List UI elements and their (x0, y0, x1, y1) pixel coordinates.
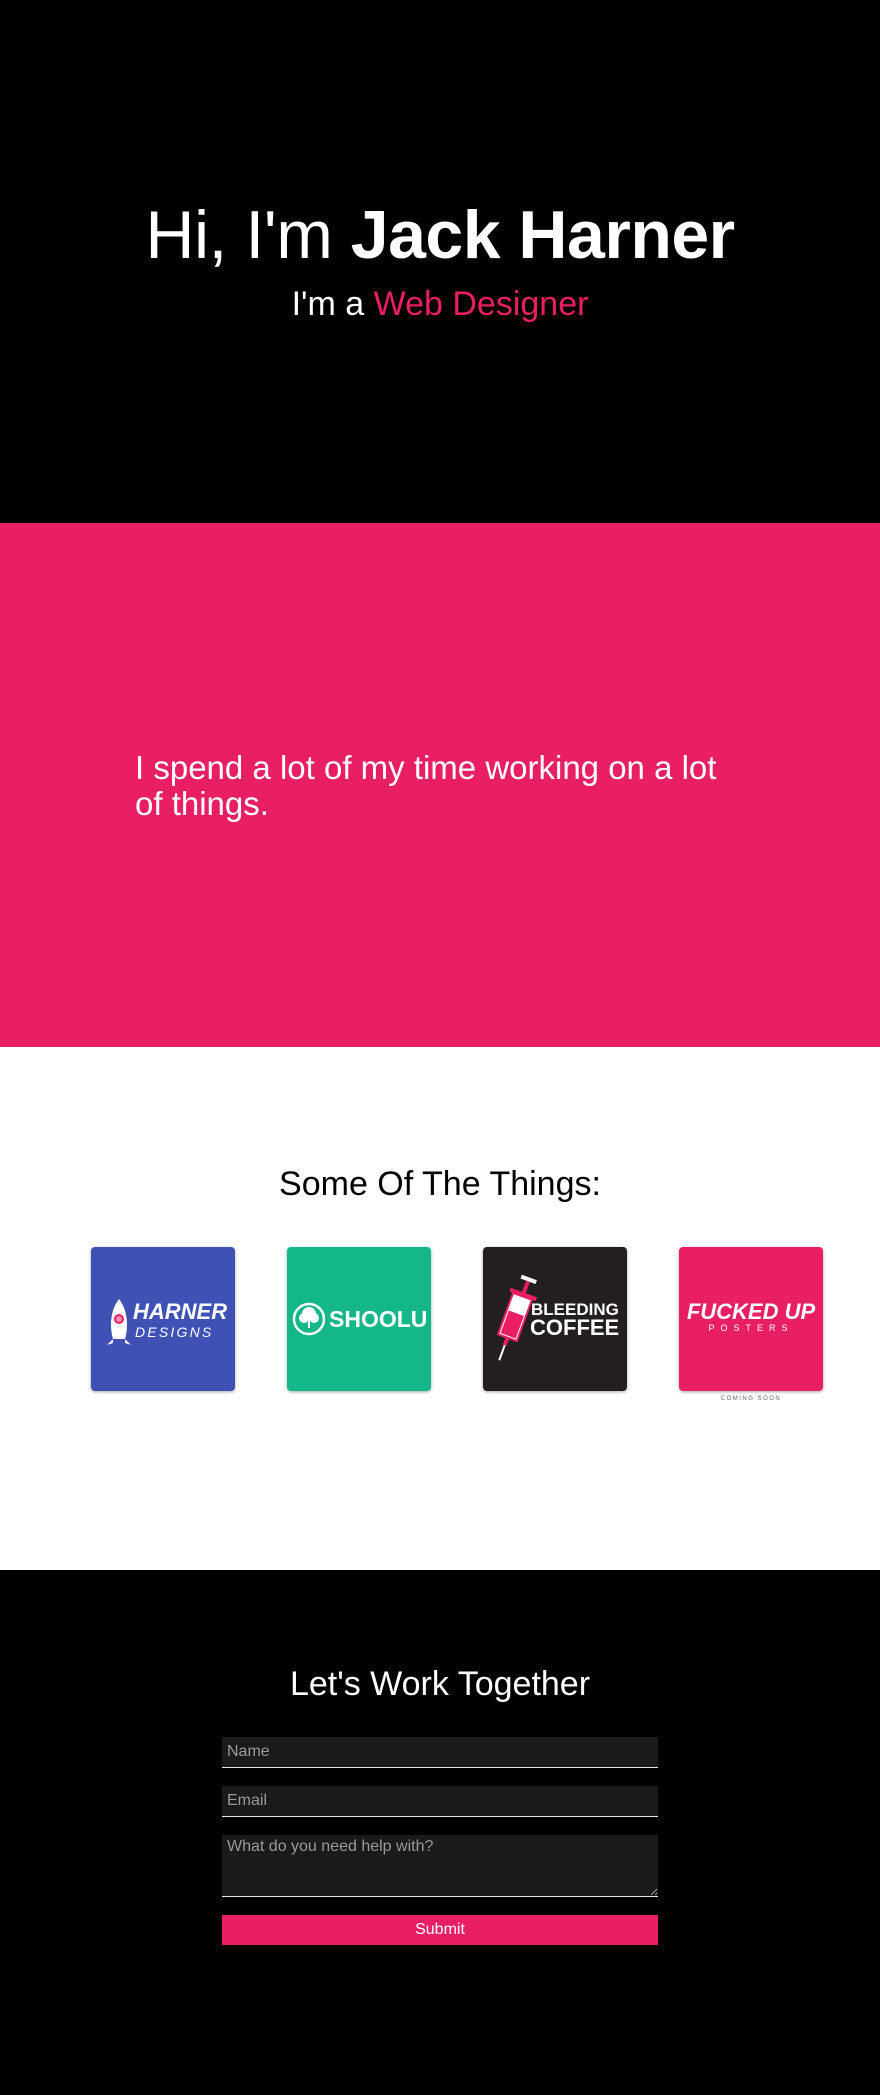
email-field[interactable] (222, 1786, 658, 1817)
harner-logo-sub: DESIGNS (135, 1324, 213, 1340)
hero-title: Hi, I'm Jack Harner (0, 192, 880, 278)
contact-section: Let's Work Together Submit (0, 1570, 880, 2095)
hero-name: Jack Harner (350, 197, 735, 273)
project-tile-bleeding-coffee[interactable]: BLEEDING COFFEE (483, 1247, 627, 1391)
posters-logo: FUCKED UP POSTERS (679, 1247, 823, 1391)
submit-button[interactable]: Submit (222, 1915, 658, 1945)
hero-greeting: Hi, I'm (145, 197, 351, 273)
projects-section: Some Of The Things: HARNER DESIGNS SHOOL… (0, 1047, 880, 1570)
message-field[interactable] (222, 1835, 658, 1897)
harner-designs-logo: HARNER DESIGNS (91, 1247, 235, 1391)
hero-section: Hi, I'm Jack Harner I'm a Web Designer (0, 0, 880, 523)
contact-title: Let's Work Together (289, 1665, 591, 1703)
posters-logo-name: FUCKED UP (687, 1299, 816, 1324)
shoolu-logo-name: SHOOLU (329, 1306, 427, 1332)
coming-soon-caption: COMING SOON (720, 1396, 782, 1402)
hero-subtitle-prefix: I'm a (291, 285, 374, 323)
project-tile-shoolu[interactable]: SHOOLU (287, 1247, 431, 1391)
posters-logo-sub: POSTERS (708, 1323, 793, 1333)
about-text: I spend a lot of my time working on a lo… (135, 749, 717, 822)
bleeding-coffee-logo: BLEEDING COFFEE (483, 1247, 627, 1391)
bleeding-logo-sub: COFFEE (530, 1315, 619, 1340)
name-field[interactable] (222, 1737, 658, 1768)
project-tile-harner-designs[interactable]: HARNER DESIGNS (91, 1247, 235, 1391)
hero-role: Web Designer (373, 285, 589, 323)
harner-logo-name: HARNER (133, 1299, 227, 1324)
about-section: I spend a lot of my time working on a lo… (0, 523, 880, 1047)
projects-title: Some Of The Things: (279, 1165, 601, 1203)
shoolu-logo: SHOOLU (287, 1247, 431, 1391)
project-tile-posters[interactable]: FUCKED UP POSTERS (679, 1247, 823, 1391)
hero-subtitle: I'm a Web Designer (0, 284, 880, 324)
